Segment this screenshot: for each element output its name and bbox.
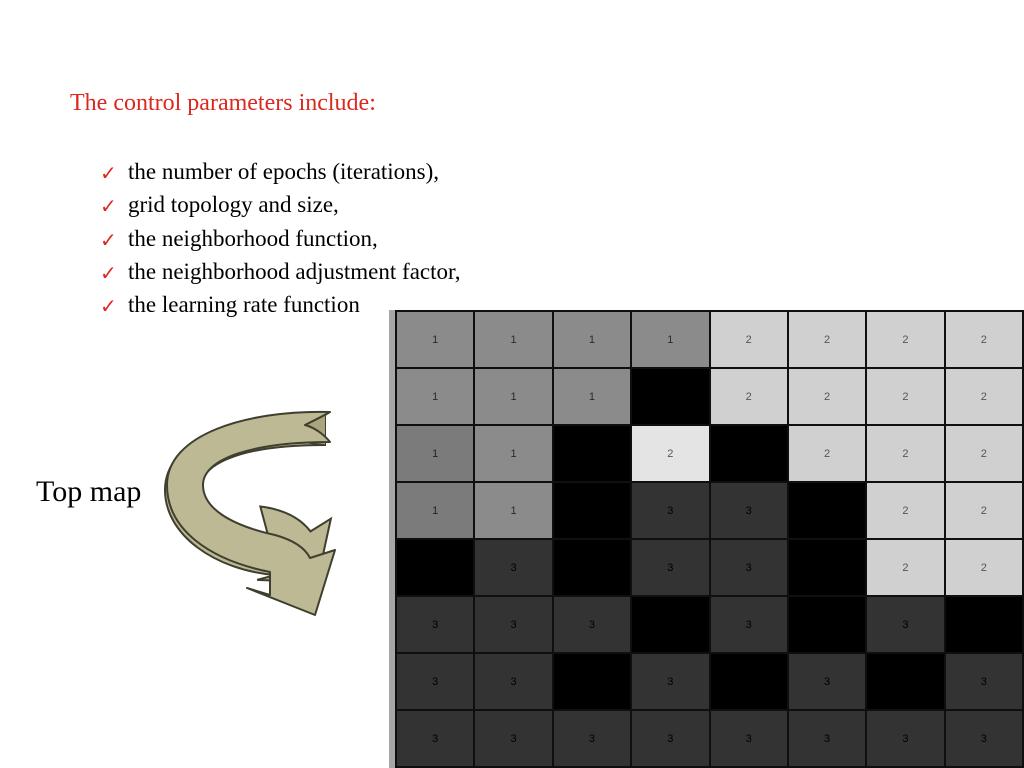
grid-cell: 3	[632, 711, 708, 766]
grid-cell: 2	[946, 540, 1022, 595]
check-icon: ✓	[100, 293, 118, 322]
grid-cell: 1	[554, 369, 630, 424]
grid-cell	[867, 654, 943, 709]
grid-cell: 1	[475, 426, 551, 481]
grid-cell: 3	[632, 483, 708, 538]
check-icon: ✓	[100, 227, 118, 256]
grid-cell: 3	[867, 711, 943, 766]
grid-cell: 1	[397, 369, 473, 424]
check-icon: ✓	[100, 160, 118, 189]
grid-cell: 2	[946, 426, 1022, 481]
grid-cell: 1	[475, 369, 551, 424]
bullet-row: ✓ the neighborhood adjustment factor,	[100, 255, 461, 288]
grid-cell: 2	[867, 426, 943, 481]
bullet-row: ✓ the number of epochs (iterations),	[100, 155, 461, 188]
grid-cell: 3	[554, 597, 630, 652]
grid-cell: 3	[867, 597, 943, 652]
grid-cell: 3	[632, 540, 708, 595]
bullet-text: the number of epochs (iterations),	[128, 155, 439, 188]
grid-cell	[397, 540, 473, 595]
grid-cell	[554, 654, 630, 709]
grid-cell: 2	[867, 483, 943, 538]
grid-cell: 1	[475, 483, 551, 538]
grid-cell: 3	[946, 711, 1022, 766]
grid-cell: 3	[397, 711, 473, 766]
grid-cell	[946, 597, 1022, 652]
grid-cell: 3	[946, 654, 1022, 709]
grid-cell: 3	[711, 711, 787, 766]
grid-cell: 3	[397, 597, 473, 652]
curved-arrow-icon-overlay	[155, 400, 385, 625]
grid-cell: 2	[711, 312, 787, 367]
grid-cell	[554, 483, 630, 538]
grid-cell: 1	[632, 312, 708, 367]
grid-cell: 3	[711, 597, 787, 652]
grid-cell: 1	[397, 483, 473, 538]
grid-cell	[554, 426, 630, 481]
grid-cell	[554, 540, 630, 595]
grid-cell	[711, 654, 787, 709]
grid-cell: 3	[711, 483, 787, 538]
grid-cell: 1	[397, 426, 473, 481]
grid-cell: 1	[475, 312, 551, 367]
grid-cell: 3	[475, 540, 551, 595]
check-icon: ✓	[100, 193, 118, 222]
grid-cell	[711, 426, 787, 481]
bullet-text: grid topology and size,	[128, 188, 339, 221]
grid-cell: 2	[867, 312, 943, 367]
grid-cell: 2	[867, 369, 943, 424]
grid-cell: 2	[946, 369, 1022, 424]
bullet-text: the learning rate function	[128, 288, 360, 321]
bullet-text: the neighborhood adjustment factor,	[128, 255, 461, 288]
grid-cell: 2	[946, 312, 1022, 367]
grid-cell: 2	[789, 369, 865, 424]
bullet-row: ✓ the neighborhood function,	[100, 222, 461, 255]
grid-cell	[789, 597, 865, 652]
som-grid: 1111222211122221122221133223332233333333…	[389, 310, 1024, 768]
grid-cell: 3	[475, 711, 551, 766]
check-icon: ✓	[100, 260, 118, 289]
grid-cell: 3	[789, 654, 865, 709]
grid-cell	[789, 540, 865, 595]
grid-cell: 1	[397, 312, 473, 367]
grid-cell: 3	[475, 654, 551, 709]
grid-cell: 3	[397, 654, 473, 709]
grid-cell	[632, 369, 708, 424]
grid-cell: 2	[867, 540, 943, 595]
grid-cell: 3	[632, 654, 708, 709]
grid-cell: 2	[789, 426, 865, 481]
grid-cell	[632, 597, 708, 652]
heading: The control parameters include:	[70, 90, 376, 117]
topmap-label: Top map	[36, 475, 141, 509]
grid-cell: 1	[554, 312, 630, 367]
grid-cell: 3	[711, 540, 787, 595]
grid-cell: 2	[632, 426, 708, 481]
grid-cell	[789, 483, 865, 538]
grid-cell: 2	[946, 483, 1022, 538]
grid-cell: 3	[475, 597, 551, 652]
grid-cell: 2	[789, 312, 865, 367]
grid-cell: 3	[554, 711, 630, 766]
bullet-text: the neighborhood function,	[128, 222, 378, 255]
grid-cell: 2	[711, 369, 787, 424]
grid-cell: 3	[789, 711, 865, 766]
bullet-row: ✓ grid topology and size,	[100, 188, 461, 221]
bullet-list: ✓ the number of epochs (iterations), ✓ g…	[100, 155, 461, 322]
